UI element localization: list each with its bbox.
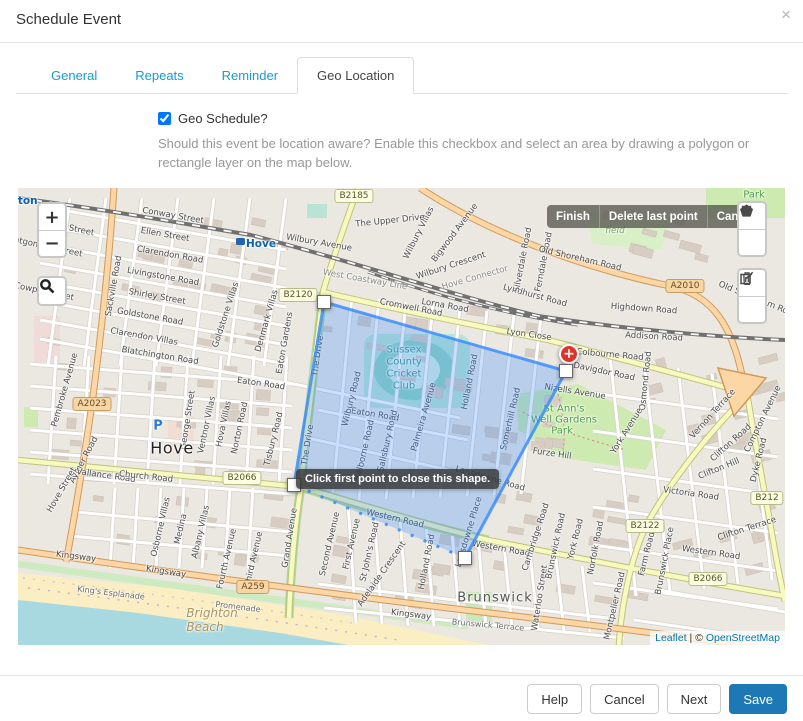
polygon-vertex-marker[interactable] <box>317 295 331 309</box>
draw-toolbar <box>737 201 767 257</box>
dialog-footer: Help Cancel Next Save <box>0 675 803 721</box>
map-base <box>18 188 785 645</box>
red-plus-marker[interactable]: + <box>559 344 579 364</box>
leaflet-link[interactable]: Leaflet <box>655 632 687 644</box>
map-canvas[interactable]: Conway StreetEllen StreetClarendon RoadL… <box>18 188 785 645</box>
zoom-out-button[interactable]: − <box>39 230 65 256</box>
tab-geo-location[interactable]: Geo Location <box>297 57 414 94</box>
search-control <box>37 276 67 306</box>
close-icon[interactable]: × <box>781 6 791 23</box>
tab-repeats[interactable]: Repeats <box>116 58 202 93</box>
help-button[interactable]: Help <box>527 684 582 714</box>
geo-form: Geo Schedule? Should this event be locat… <box>158 111 786 172</box>
geo-schedule-checkbox[interactable] <box>158 112 171 125</box>
draw-tooltip: Click first point to close this shape. <box>296 469 499 489</box>
map-attribution: Leaflet | © OpenStreetMap <box>650 631 785 645</box>
geo-schedule-label: Geo Schedule? <box>178 111 268 126</box>
save-button[interactable]: Save <box>729 684 787 714</box>
draw-actionbar: Finish Delete last point Cancel <box>547 205 763 228</box>
attribution-separator: | © <box>687 632 706 644</box>
osm-link[interactable]: OpenStreetMap <box>706 632 780 644</box>
search-button[interactable] <box>39 278 65 304</box>
finish-action[interactable]: Finish <box>547 205 599 228</box>
delete-last-point-action[interactable]: Delete last point <box>599 205 707 228</box>
zoom-control: + − <box>37 202 67 258</box>
edit-toolbar <box>737 268 767 324</box>
polygon-vertex-marker[interactable] <box>559 364 573 378</box>
cancel-button[interactable]: Cancel <box>590 684 658 714</box>
tab-general[interactable]: General <box>32 58 116 93</box>
draw-rectangle-button[interactable] <box>739 229 765 255</box>
polygon-vertex-marker[interactable] <box>458 551 472 565</box>
dialog-header: Schedule Event × <box>0 0 803 43</box>
dialog-title: Schedule Event <box>16 11 121 28</box>
trash-icon <box>739 270 755 286</box>
next-button[interactable]: Next <box>667 684 722 714</box>
tab-reminder[interactable]: Reminder <box>203 58 297 93</box>
geo-description: Should this event be location aware? Ena… <box>158 134 786 172</box>
tab-bar: General Repeats Reminder Geo Location <box>16 57 787 94</box>
rectangle-icon <box>739 203 754 218</box>
zoom-in-button[interactable]: + <box>39 204 65 230</box>
delete-layers-button[interactable] <box>739 296 765 322</box>
search-icon <box>39 278 55 294</box>
